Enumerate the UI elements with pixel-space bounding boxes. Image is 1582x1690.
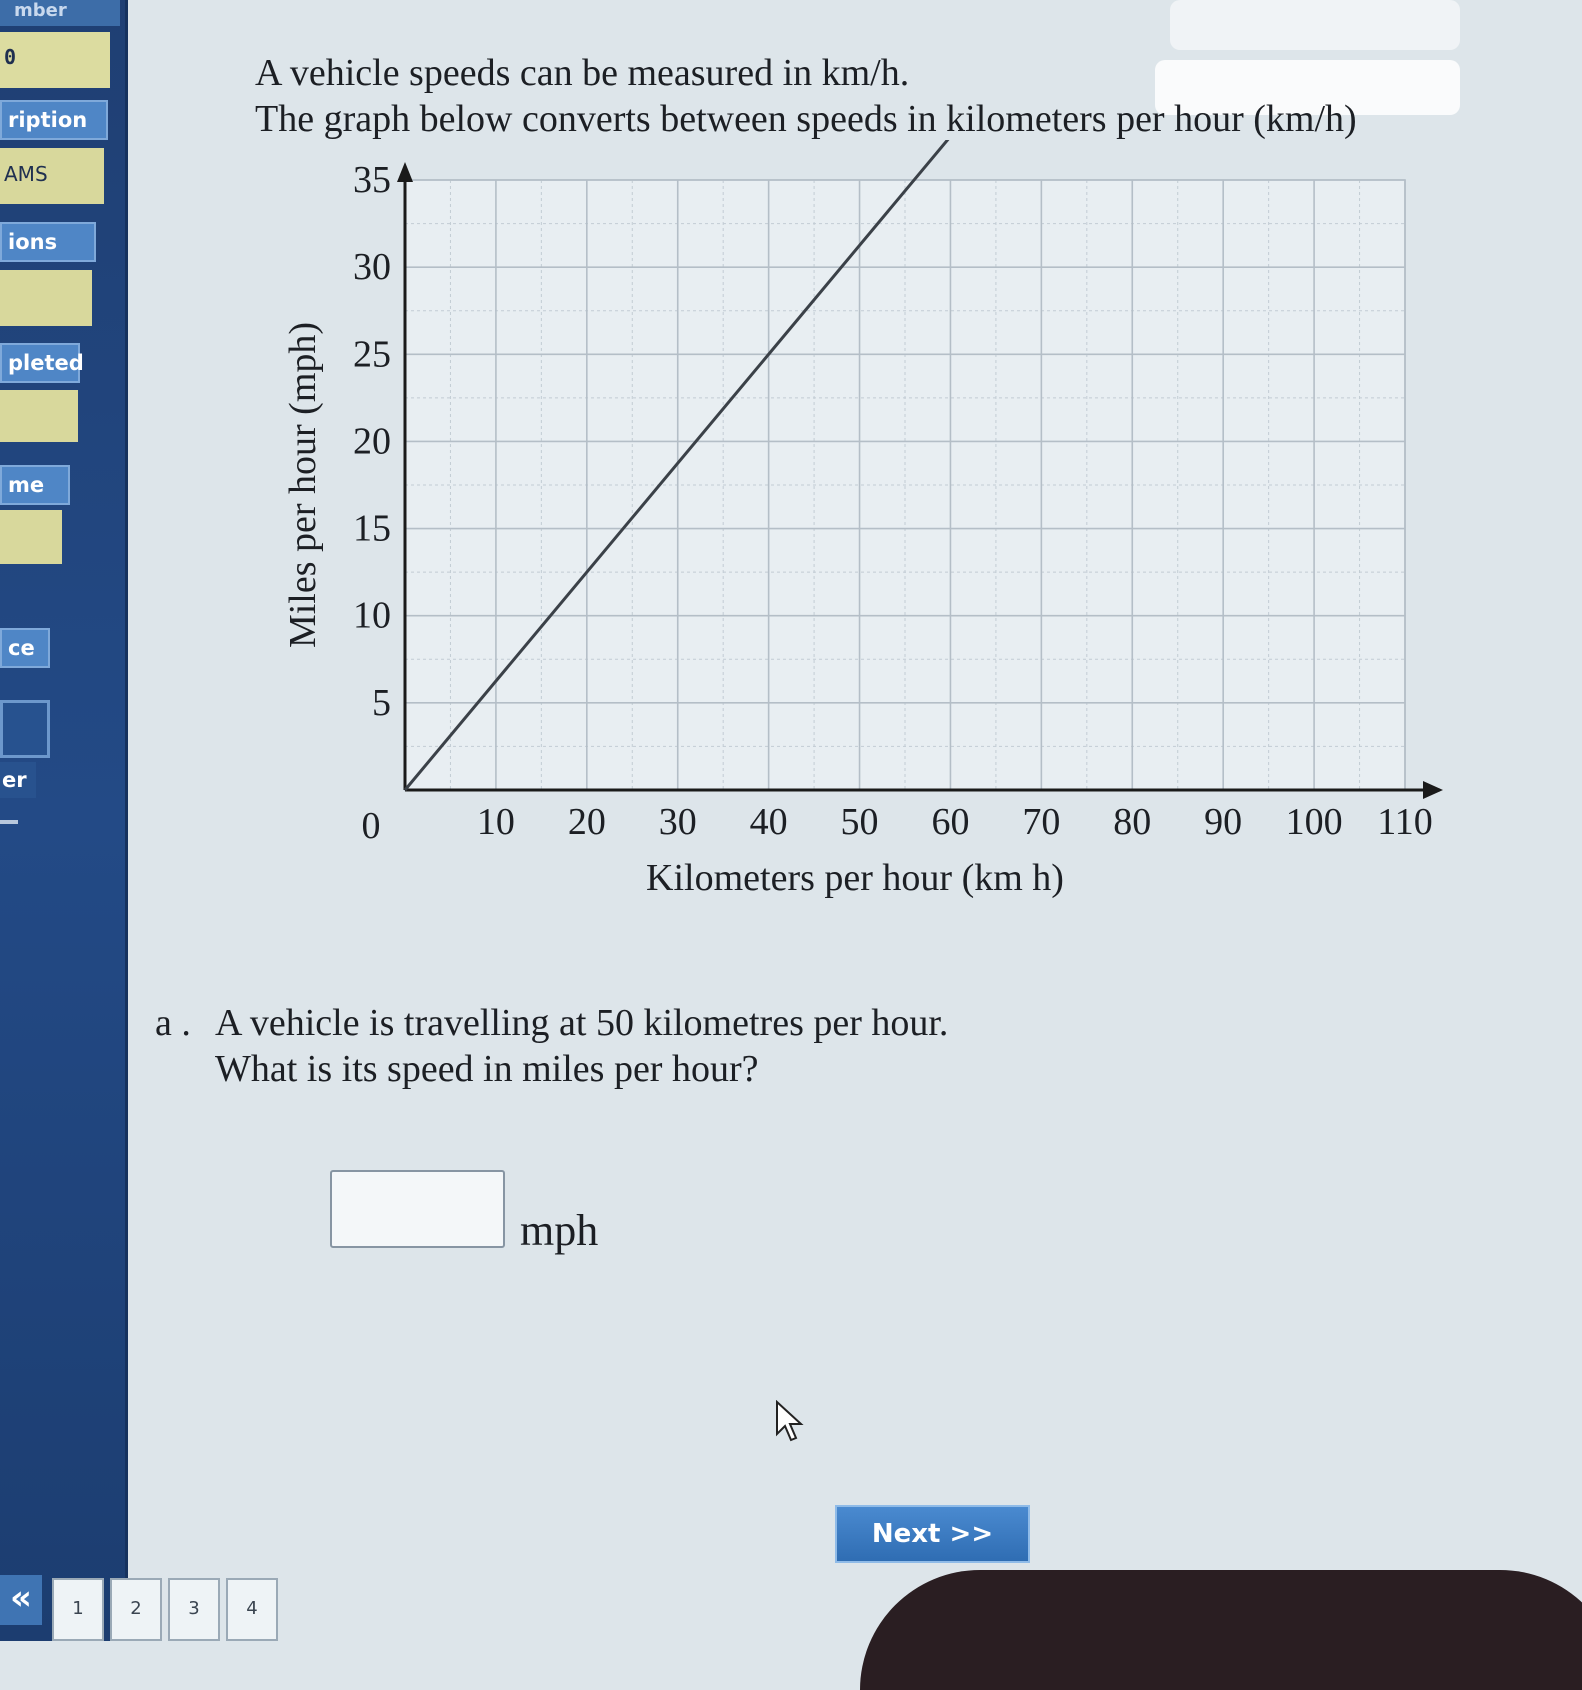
- question-area: A vehicle speeds can be measured in km/h…: [125, 0, 1582, 1641]
- question-label: a .: [155, 1002, 191, 1044]
- next-button[interactable]: Next >>: [835, 1505, 1030, 1563]
- sidebar-header: mber: [0, 0, 120, 26]
- sidebar: mber 0 ription AMS ions pleted me ce er …: [0, 0, 128, 1641]
- sidebar-completed-value: [0, 390, 78, 442]
- question-number-value: 0: [0, 32, 110, 88]
- y-tick-label: 35: [353, 159, 391, 201]
- sidebar-questions-value: [0, 270, 92, 326]
- page-button-1[interactable]: 1: [52, 1578, 104, 1641]
- answer-unit: mph: [520, 1206, 599, 1255]
- speed-answer-input[interactable]: [330, 1170, 505, 1248]
- conversion-chart-svg: 10 20 30 40 50 60 70 80 90 100 110 5 10 15 20 25 30 35 0 Ki…: [282, 135, 1443, 899]
- y-tick-label: 5: [372, 682, 391, 724]
- page-button-4[interactable]: 4: [226, 1578, 278, 1641]
- question-prompt: What is its speed in miles per hour?: [215, 1048, 759, 1090]
- x-tick-label: 60: [931, 801, 969, 843]
- y-tick-label: 15: [353, 508, 391, 550]
- x-axis-label: Kilometers per hour (km h): [646, 857, 1064, 899]
- y-tick-label: 20: [353, 420, 391, 462]
- x-tick-label: 70: [1022, 801, 1060, 843]
- x-tick-label: 30: [659, 801, 697, 843]
- origin-label: 0: [362, 805, 381, 847]
- x-tick-label: 10: [477, 801, 515, 843]
- sidebar-time-value: [0, 510, 62, 564]
- x-tick-label: 50: [841, 801, 879, 843]
- x-tick-label: 80: [1113, 801, 1151, 843]
- sidebar-ams-tag: AMS: [0, 148, 104, 204]
- x-tick-label: 40: [750, 801, 788, 843]
- page-button-3[interactable]: 3: [168, 1578, 220, 1641]
- y-tick-label: 30: [353, 246, 391, 288]
- sidebar-score-box: [0, 700, 50, 758]
- sidebar-score-label: ce: [0, 628, 50, 668]
- monitor-bezel: [860, 1570, 1582, 1690]
- y-axis-arrow: [397, 162, 413, 182]
- mouse-cursor-icon: [776, 1400, 804, 1442]
- y-tick-label: 10: [353, 595, 391, 637]
- screen-glare: [1170, 0, 1460, 50]
- page-button-2[interactable]: 2: [110, 1578, 162, 1641]
- sidebar-answer-label: er: [0, 762, 36, 798]
- sidebar-time-label: me: [0, 465, 70, 505]
- y-axis-label: Miles per hour (mph): [282, 322, 324, 648]
- question-text: A vehicle is travelling at 50 kilometres…: [215, 1002, 949, 1044]
- sidebar-questions-label: ions: [0, 222, 96, 262]
- y-tick-label: 25: [353, 333, 391, 375]
- problem-description: The graph below converts between speeds …: [255, 98, 1357, 140]
- sidebar-divider: [0, 820, 18, 824]
- sidebar-completed-label: pleted: [0, 343, 84, 383]
- sidebar-description-label: ription: [0, 100, 108, 140]
- x-tick-label: 90: [1204, 801, 1242, 843]
- conversion-graph: 10 20 30 40 50 60 70 80 90 100 110 5 10 15 20 25 30 35 0 Ki…: [265, 135, 1525, 1020]
- previous-pages-button[interactable]: «: [0, 1575, 42, 1625]
- x-tick-label: 20: [568, 801, 606, 843]
- problem-intro: A vehicle speeds can be measured in km/h…: [255, 52, 910, 94]
- x-tick-label: 110: [1377, 801, 1433, 843]
- x-tick-label: 100: [1286, 801, 1343, 843]
- x-axis-arrow: [1423, 781, 1443, 799]
